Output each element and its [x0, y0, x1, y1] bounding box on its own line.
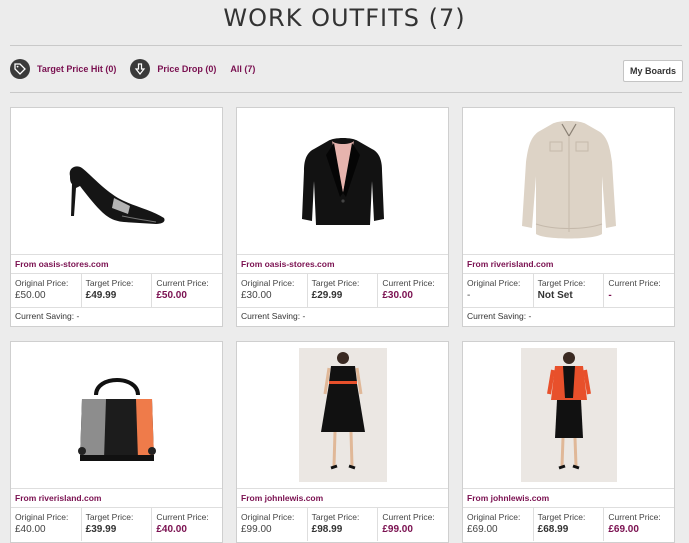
current-price: £69.00	[608, 524, 639, 535]
target-price[interactable]: £39.99	[86, 524, 152, 535]
current-saving: Current Saving: -	[463, 307, 674, 325]
original-price: £69.00	[467, 524, 498, 535]
product-image-cream-blouse[interactable]	[463, 108, 674, 254]
product-image-black-dress[interactable]	[237, 342, 448, 488]
filter-all[interactable]: All (7)	[230, 64, 255, 74]
product-source[interactable]: From oasis-stores.com	[11, 254, 222, 273]
original-price: £30.00	[241, 290, 272, 301]
filter-target-price-hit[interactable]: Target Price Hit (0)	[37, 64, 116, 74]
price-row: Original Price: £69.00 Target Price: £68.9…	[463, 507, 674, 541]
my-boards-button[interactable]: My Boards	[623, 60, 683, 82]
price-row: Original Price: £99.00 Target Price: £98.9…	[237, 507, 448, 541]
price-row: Original Price: £30.00 Target Price: £29.9…	[237, 273, 448, 307]
top-divider	[10, 45, 682, 46]
product-card-5[interactable]: From johnlewis.com Original Price: £99.00…	[236, 341, 449, 543]
product-card-2[interactable]: From oasis-stores.com Original Price: £30…	[236, 107, 449, 327]
product-source[interactable]: From johnlewis.com	[463, 488, 674, 507]
product-card-3[interactable]: From riverisland.com Original Price: - Ta…	[462, 107, 675, 327]
tag-icon[interactable]	[10, 59, 30, 79]
original-price: £50.00	[15, 290, 46, 301]
current-price: £50.00	[156, 290, 187, 301]
product-image-black-court-shoe[interactable]	[11, 108, 222, 254]
price-row: Original Price: - Target Price: Not Set Cu…	[463, 273, 674, 307]
page-title: WORK OUTFITS (7)	[223, 4, 466, 32]
target-price[interactable]: £49.99	[86, 290, 152, 301]
original-price: -	[467, 290, 471, 301]
original-price: £40.00	[15, 524, 46, 535]
target-price[interactable]: £68.99	[538, 524, 604, 535]
arrow-down-icon[interactable]	[130, 59, 151, 79]
current-price: £99.00	[382, 524, 413, 535]
product-source[interactable]: From johnlewis.com	[237, 488, 448, 507]
filter-price-drop[interactable]: Price Drop (0)	[157, 64, 216, 74]
product-card-4[interactable]: From riverisland.com Original Price: £40.…	[10, 341, 223, 543]
price-row: Original Price: £50.00 Target Price: £49.9…	[11, 273, 222, 307]
filter-divider	[10, 92, 682, 93]
product-source[interactable]: From riverisland.com	[463, 254, 674, 273]
target-price[interactable]: Not Set	[538, 290, 604, 301]
current-price: £30.00	[382, 290, 413, 301]
product-image-black-blazer[interactable]	[237, 108, 448, 254]
product-card-1[interactable]: From oasis-stores.com Original Price: £50…	[10, 107, 223, 327]
target-price[interactable]: £29.99	[312, 290, 378, 301]
current-price: -	[608, 290, 612, 301]
current-saving: Current Saving: -	[11, 307, 222, 325]
product-source[interactable]: From riverisland.com	[11, 488, 222, 507]
product-card-6[interactable]: From johnlewis.com Original Price: £69.00…	[462, 341, 675, 543]
original-price: £99.00	[241, 524, 272, 535]
filter-bar: Target Price Hit (0) Price Drop (0) All …	[10, 58, 269, 80]
price-row: Original Price: £40.00 Target Price: £39.9…	[11, 507, 222, 541]
product-image-colour-block-handbag[interactable]	[11, 342, 222, 488]
current-saving: Current Saving: -	[237, 307, 448, 325]
target-price[interactable]: £98.99	[312, 524, 378, 535]
product-source[interactable]: From oasis-stores.com	[237, 254, 448, 273]
current-price: £40.00	[156, 524, 187, 535]
product-image-orange-jacket-outfit[interactable]	[463, 342, 674, 488]
